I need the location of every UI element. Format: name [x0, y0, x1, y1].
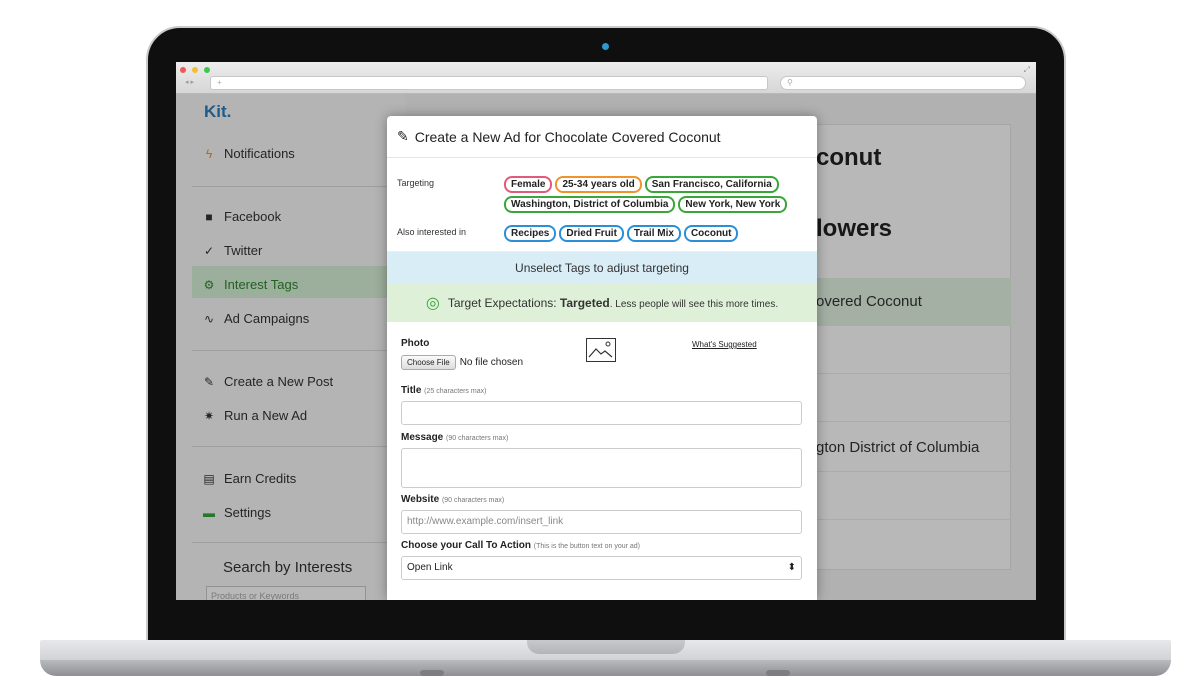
laptop-base-bottom — [40, 660, 1171, 676]
expect-level: Targeted — [559, 296, 610, 310]
edit-icon: ✎ — [397, 128, 409, 144]
screen: ◂ ▸ + ⚲ ⤢ Kit. ϟ Notifications ■ Faceboo… — [176, 62, 1036, 600]
website-input[interactable]: http://www.example.com/insert_link — [401, 510, 802, 534]
tag-recipes[interactable]: Recipes — [504, 225, 557, 242]
whats-suggested-link[interactable]: What's Suggested — [692, 340, 757, 349]
image-placeholder-icon — [586, 338, 616, 362]
target-expectations-bar: ◎ Target Expectations: Targeted. Less pe… — [387, 284, 817, 322]
file-picker: Choose File No file chosen — [401, 355, 523, 370]
select-arrows-icon: ⬍ — [787, 562, 796, 573]
website-hint: (90 characters max) — [441, 497, 505, 504]
tag-washington[interactable]: Washington, District of Columbia — [504, 196, 676, 213]
camera-icon — [602, 43, 609, 50]
title-input[interactable] — [401, 401, 802, 425]
browser-toolbar: ◂ ▸ + ⚲ ⤢ — [176, 62, 1036, 94]
expect-prefix: Target Expectations: — [447, 296, 560, 310]
photo-label: Photo — [401, 338, 430, 349]
cta-label: Choose your Call To Action (This is the … — [401, 540, 803, 551]
minimize-window-icon[interactable] — [192, 67, 198, 73]
laptop-foot — [766, 670, 790, 676]
cta-hint: (This is the button text on your ad) — [533, 543, 641, 550]
message-textarea[interactable] — [401, 448, 802, 488]
tag-dried-fruit[interactable]: Dried Fruit — [559, 225, 624, 242]
photo-row: Photo Choose File No file chosen What's … — [401, 322, 803, 372]
title-hint: (25 characters max) — [424, 388, 487, 395]
expect-suffix: . Less people will see this more times. — [609, 299, 779, 310]
website-label: Website (90 characters max) — [401, 494, 803, 505]
targeting-info-bar: Unselect Tags to adjust targeting — [387, 252, 817, 284]
title-label-text: Title — [401, 385, 422, 396]
target-expectations-text: Target Expectations: Targeted. Less peop… — [448, 296, 778, 310]
interest-tags: Recipes Dried Fruit Trail Mix Coconut — [504, 225, 804, 242]
tag-san-francisco[interactable]: San Francisco, California — [644, 176, 779, 193]
message-hint: (90 characters max) — [446, 435, 509, 442]
url-bar[interactable]: + — [210, 76, 768, 90]
website-label-text: Website — [401, 494, 440, 505]
message-label: Message (90 characters max) — [401, 432, 803, 443]
tag-age[interactable]: 25-34 years old — [555, 176, 642, 193]
interests-label: Also interested in — [397, 227, 467, 237]
ad-form: Photo Choose File No file chosen What's … — [387, 322, 817, 580]
choose-file-button[interactable]: Choose File — [401, 355, 456, 370]
message-label-text: Message — [401, 432, 444, 443]
modal-title: Create a New Ad for Chocolate Covered Co… — [414, 128, 721, 145]
maximize-window-icon[interactable] — [204, 67, 210, 73]
no-file-text: No file chosen — [459, 357, 524, 368]
title-label: Title (25 characters max) — [401, 385, 803, 396]
fullscreen-icon[interactable]: ⤢ — [1024, 65, 1030, 75]
create-ad-modal: ✎ Create a New Ad for Chocolate Covered … — [387, 116, 817, 600]
tag-new-york[interactable]: New York, New York — [678, 196, 788, 213]
targeting-tags: Female 25-34 years old San Francisco, Ca… — [504, 176, 804, 213]
cta-label-text: Choose your Call To Action — [401, 540, 532, 551]
cta-select[interactable]: Open Link ⬍ — [401, 556, 802, 580]
cta-selected-value: Open Link — [407, 562, 453, 573]
browser-search-bar[interactable]: ⚲ — [780, 76, 1026, 90]
target-icon: ◎ — [425, 295, 440, 312]
tag-trail-mix[interactable]: Trail Mix — [626, 225, 681, 242]
targeting-section: Targeting Female 25-34 years old San Fra… — [387, 158, 817, 252]
back-forward-icon[interactable]: ◂ ▸ — [185, 78, 194, 86]
close-window-icon[interactable] — [180, 67, 186, 73]
modal-header: ✎ Create a New Ad for Chocolate Covered … — [387, 116, 817, 158]
laptop-notch — [527, 640, 685, 654]
laptop-foot — [420, 670, 444, 676]
tag-female[interactable]: Female — [504, 176, 553, 193]
targeting-label: Targeting — [397, 178, 435, 188]
tag-coconut[interactable]: Coconut — [683, 225, 739, 242]
